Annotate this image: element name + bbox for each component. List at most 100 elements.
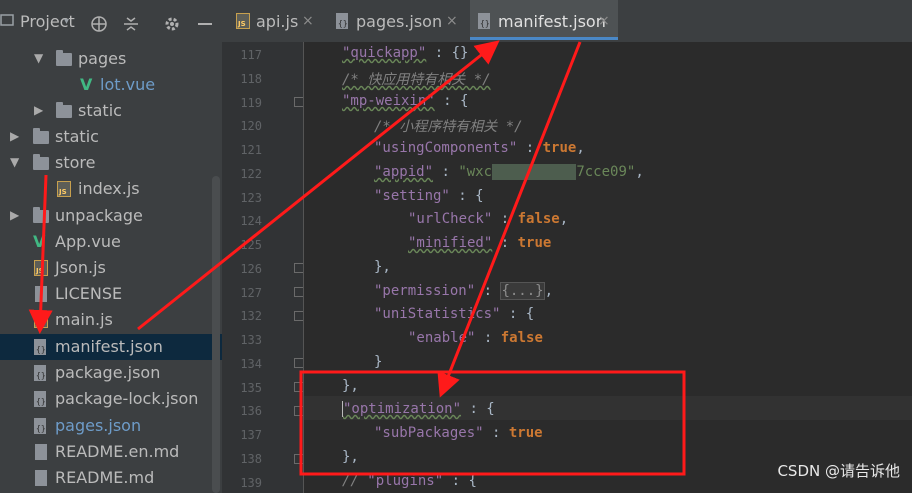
vue-file-icon: V — [33, 232, 46, 251]
js-file-icon: JS — [34, 260, 48, 276]
tree-item-app-vue[interactable]: V App.vue — [0, 229, 222, 255]
tree-item-pages[interactable]: ▼ pages — [0, 46, 222, 72]
tree-item-package-json[interactable]: {} package.json — [0, 360, 222, 386]
expand-arrow-icon[interactable]: ▼ — [34, 51, 43, 65]
js-file-icon: JS — [236, 13, 250, 29]
code-line-119: "mp-weixin" : { — [342, 93, 468, 109]
code-comment: // — [342, 473, 368, 489]
active-tab-indicator — [470, 37, 618, 40]
svg-text:{}: {} — [338, 19, 348, 28]
tree-item-package-lock-json[interactable]: {} package-lock.json — [0, 386, 222, 412]
json-string: 7cce09" — [576, 164, 636, 180]
line-number: 132 — [240, 309, 262, 323]
json-key: "setting" — [374, 188, 450, 204]
line-number: 137 — [240, 428, 262, 442]
code-line-120: /* 小程序特有相关 */ — [374, 116, 523, 136]
sidebar-scrollbar[interactable] — [212, 176, 220, 493]
tab-label: pages.json — [356, 12, 443, 31]
ide-window: Project ▾ ▼ pages V lot.vue ▶ static ▶ s… — [0, 0, 912, 493]
tree-item-pages-json[interactable]: {} pages.json — [0, 413, 222, 439]
tab-close-button[interactable]: × — [598, 13, 610, 29]
json-key: "appid" — [374, 164, 434, 180]
tree-item-index-js[interactable]: JS index.js — [0, 176, 222, 202]
svg-text:{}: {} — [36, 345, 46, 354]
expand-arrow-icon[interactable]: ▶ — [34, 103, 43, 117]
folded-region[interactable]: {...} — [500, 282, 545, 300]
json-string: "wxc — [458, 164, 493, 180]
dropdown-arrow-icon[interactable]: ▾ — [64, 16, 69, 27]
tab-manifest-json[interactable]: {} manifest.json × — [470, 0, 618, 40]
line-number: 127 — [240, 286, 262, 300]
code-text: : { — [500, 306, 535, 322]
json-key: "quickapp" — [342, 45, 427, 61]
tree-item-readme-md[interactable]: README.md — [0, 465, 222, 491]
tab-label: manifest.json — [498, 12, 606, 31]
gear-icon[interactable] — [163, 15, 181, 33]
project-panel-header: Project ▾ — [0, 0, 222, 48]
json-key: "mp-weixin" — [342, 93, 435, 109]
code-editor[interactable]: 117 118 119 120 121 122 123 124 125 126 … — [222, 42, 912, 493]
tree-item-static[interactable]: ▶ static — [0, 124, 222, 150]
code-line-125: "minified" : true — [408, 235, 551, 251]
code-text: , — [635, 164, 644, 180]
code-text: } — [374, 354, 383, 370]
project-view-icon[interactable] — [0, 13, 16, 29]
minimize-icon[interactable] — [196, 15, 214, 33]
line-number: 126 — [240, 262, 262, 276]
js-file-icon: JS — [34, 312, 48, 328]
code-text: : — [483, 425, 509, 441]
tab-close-button[interactable]: × — [302, 13, 314, 29]
json-key: "usingComponents" — [374, 140, 518, 156]
expand-arrow-icon[interactable]: ▼ — [10, 155, 19, 169]
json-file-icon: {} — [34, 339, 46, 355]
tab-close-button[interactable]: × — [446, 13, 458, 29]
code-line-137: "subPackages" : true — [374, 425, 543, 441]
expand-arrow-icon[interactable]: ▶ — [10, 129, 19, 143]
tree-item-json-js[interactable]: JS Json.js — [0, 255, 222, 281]
editor-tab-bar: JS api.js × {} pages.json × {} manifest.… — [222, 0, 912, 43]
code-text: }, — [342, 449, 359, 465]
json-value: false — [500, 330, 543, 346]
tree-item-label: static — [78, 101, 122, 120]
tree-item-license[interactable]: LICENSE — [0, 281, 222, 307]
code-line-138: }, — [342, 449, 359, 465]
line-number-gutter: 117 118 119 120 121 122 123 124 125 126 … — [222, 42, 304, 493]
json-key: "optimization" — [343, 401, 462, 417]
tree-item-label: package.json — [55, 363, 161, 382]
tree-item-label: LICENSE — [55, 284, 123, 303]
tree-item-label: index.js — [78, 179, 140, 198]
code-line-136: "optimization" : { — [342, 401, 495, 417]
tree-item-main-js[interactable]: JS main.js — [0, 307, 222, 333]
tab-api-js[interactable]: JS api.js × — [222, 0, 322, 40]
tree-item-manifest-json[interactable]: {} manifest.json — [0, 334, 222, 360]
code-comment: /* 快应用特有相关 */ — [342, 72, 491, 88]
tree-item-lot-vue[interactable]: V lot.vue — [0, 72, 222, 98]
tree-item-unpackage[interactable]: ▶ unpackage — [0, 203, 222, 229]
code-line-133: "enable" : false — [408, 330, 543, 346]
code-text: , — [576, 140, 585, 156]
redacted-text: 0000000000 — [492, 164, 577, 180]
code-line-139: // "plugins" : { — [342, 473, 477, 489]
line-number: 134 — [240, 357, 262, 371]
code-line-118: /* 快应用特有相关 */ — [342, 69, 491, 89]
tree-item-label: store — [55, 153, 96, 172]
collapse-all-icon[interactable] — [122, 15, 140, 33]
line-number: 133 — [240, 333, 262, 347]
locate-icon[interactable] — [90, 15, 108, 33]
tree-item-label: App.vue — [55, 232, 121, 251]
expand-arrow-icon[interactable]: ▶ — [10, 208, 19, 222]
line-number: 138 — [240, 452, 262, 466]
tab-pages-json[interactable]: {} pages.json × — [326, 0, 466, 40]
tree-item-store[interactable]: ▼ store — [0, 150, 222, 176]
line-number: 124 — [240, 214, 262, 228]
vue-file-icon: V — [80, 75, 93, 94]
code-text: }, — [374, 259, 391, 275]
line-number: 118 — [240, 72, 262, 86]
code-text: : { — [461, 401, 495, 417]
json-key: "permission" — [374, 283, 476, 299]
json-key: "minified" — [408, 235, 493, 251]
folder-icon — [33, 154, 49, 170]
line-number: 117 — [240, 48, 262, 62]
tree-item-readme-en-md[interactable]: README.en.md — [0, 439, 222, 465]
tree-item-static-nested[interactable]: ▶ static — [0, 98, 222, 124]
